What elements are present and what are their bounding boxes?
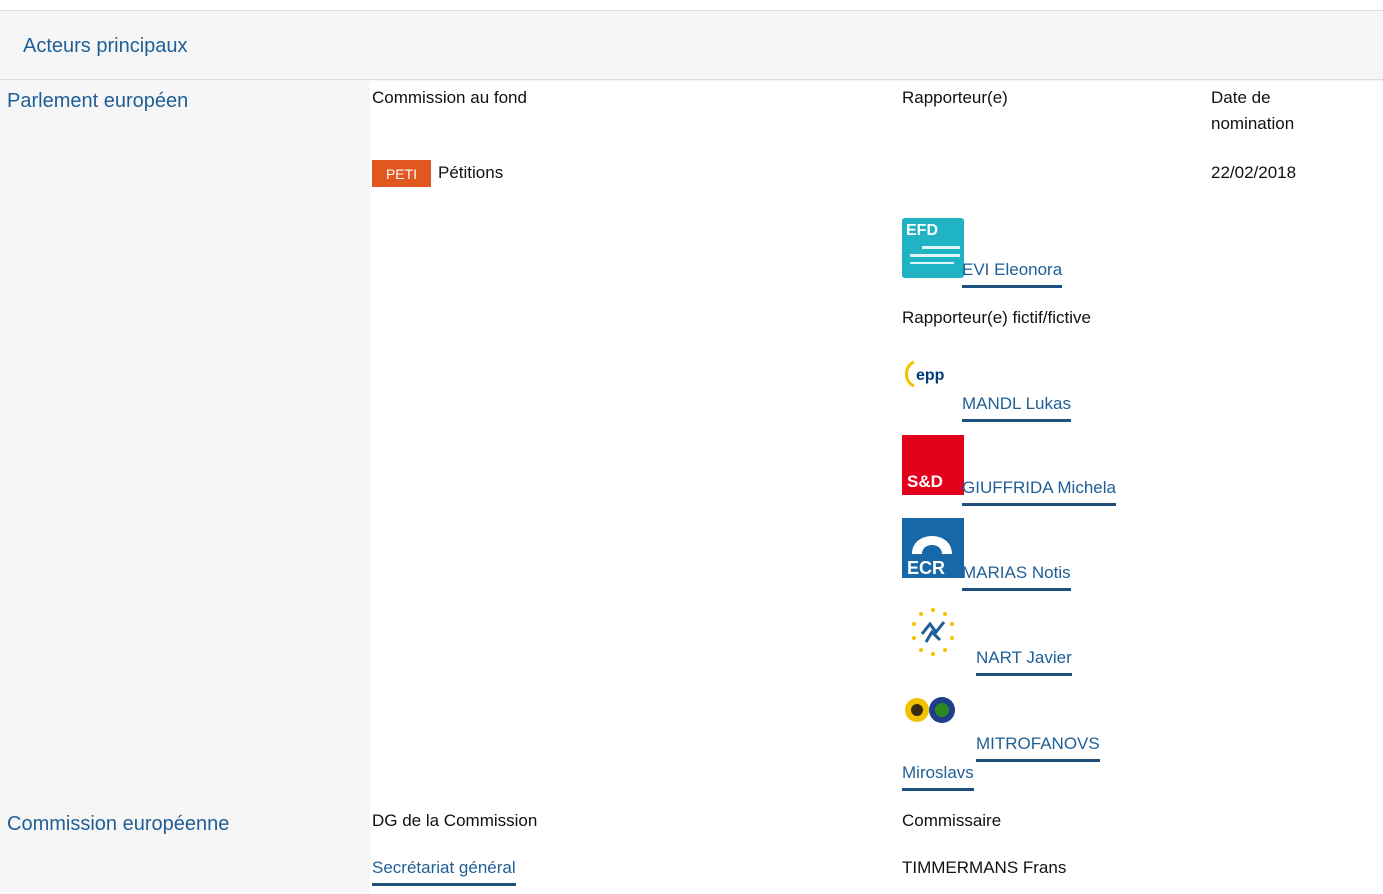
- efd-group-logo: EFD: [902, 218, 964, 278]
- actors-panel: Acteurs principaux: [0, 10, 1383, 894]
- panel-header: Acteurs principaux: [0, 11, 1383, 80]
- efd-logo-line: [922, 246, 960, 249]
- epp-logo-text: epp: [916, 367, 945, 384]
- col-header-date: Date de nomination: [1211, 88, 1295, 133]
- alde-group-logo: [902, 604, 964, 664]
- ecr-logo-text: ECR: [907, 558, 945, 578]
- efd-logo-line: [910, 254, 960, 257]
- col-header-commissioner: Commissaire: [902, 811, 1002, 830]
- section-label-commission: Commission européenne: [7, 813, 230, 835]
- sd-group-logo: S&D: [902, 435, 964, 495]
- commissioner-name: TIMMERMANS Frans: [902, 858, 1067, 877]
- col-header-committee: Commission au fond: [372, 88, 527, 107]
- shadow-link-3[interactable]: MARIAS Notis: [962, 560, 1071, 591]
- shadow-link-1[interactable]: MANDL Lukas: [962, 391, 1071, 422]
- col-header-rapporteur: Rapporteur(e): [902, 88, 1008, 107]
- content-area: [370, 81, 1383, 894]
- sd-logo-text: S&D: [907, 472, 943, 491]
- section-label-parliament: Parlement européen: [7, 90, 189, 112]
- panel-title: Acteurs principaux: [23, 35, 188, 57]
- epp-group-logo: epp: [902, 350, 964, 410]
- efd-logo-line: [910, 262, 954, 264]
- col-header-dg: DG de la Commission: [372, 811, 538, 830]
- rapporteur-link[interactable]: EVI Eleonora: [962, 257, 1063, 288]
- dg-link[interactable]: Secrétariat général: [372, 855, 516, 886]
- shadow-link-5-line2[interactable]: Miroslavs: [902, 760, 974, 791]
- efd-logo-text: EFD: [906, 222, 938, 239]
- shadow-link-2[interactable]: GIUFFRIDA Michela: [962, 475, 1116, 506]
- committee-badge[interactable]: PETI: [372, 160, 431, 187]
- shadow-link-4[interactable]: NART Javier: [976, 645, 1072, 676]
- ecr-group-logo: ECR: [902, 518, 964, 578]
- greens-group-logo: [902, 690, 964, 730]
- shadow-link-5-line1[interactable]: MITROFANOVS: [976, 731, 1100, 762]
- committee-name: Pétitions: [438, 163, 504, 182]
- nomination-date: 22/02/2018: [1211, 163, 1297, 182]
- shadow-rapporteurs-label: Rapporteur(e) fictif/fictive: [902, 308, 1091, 327]
